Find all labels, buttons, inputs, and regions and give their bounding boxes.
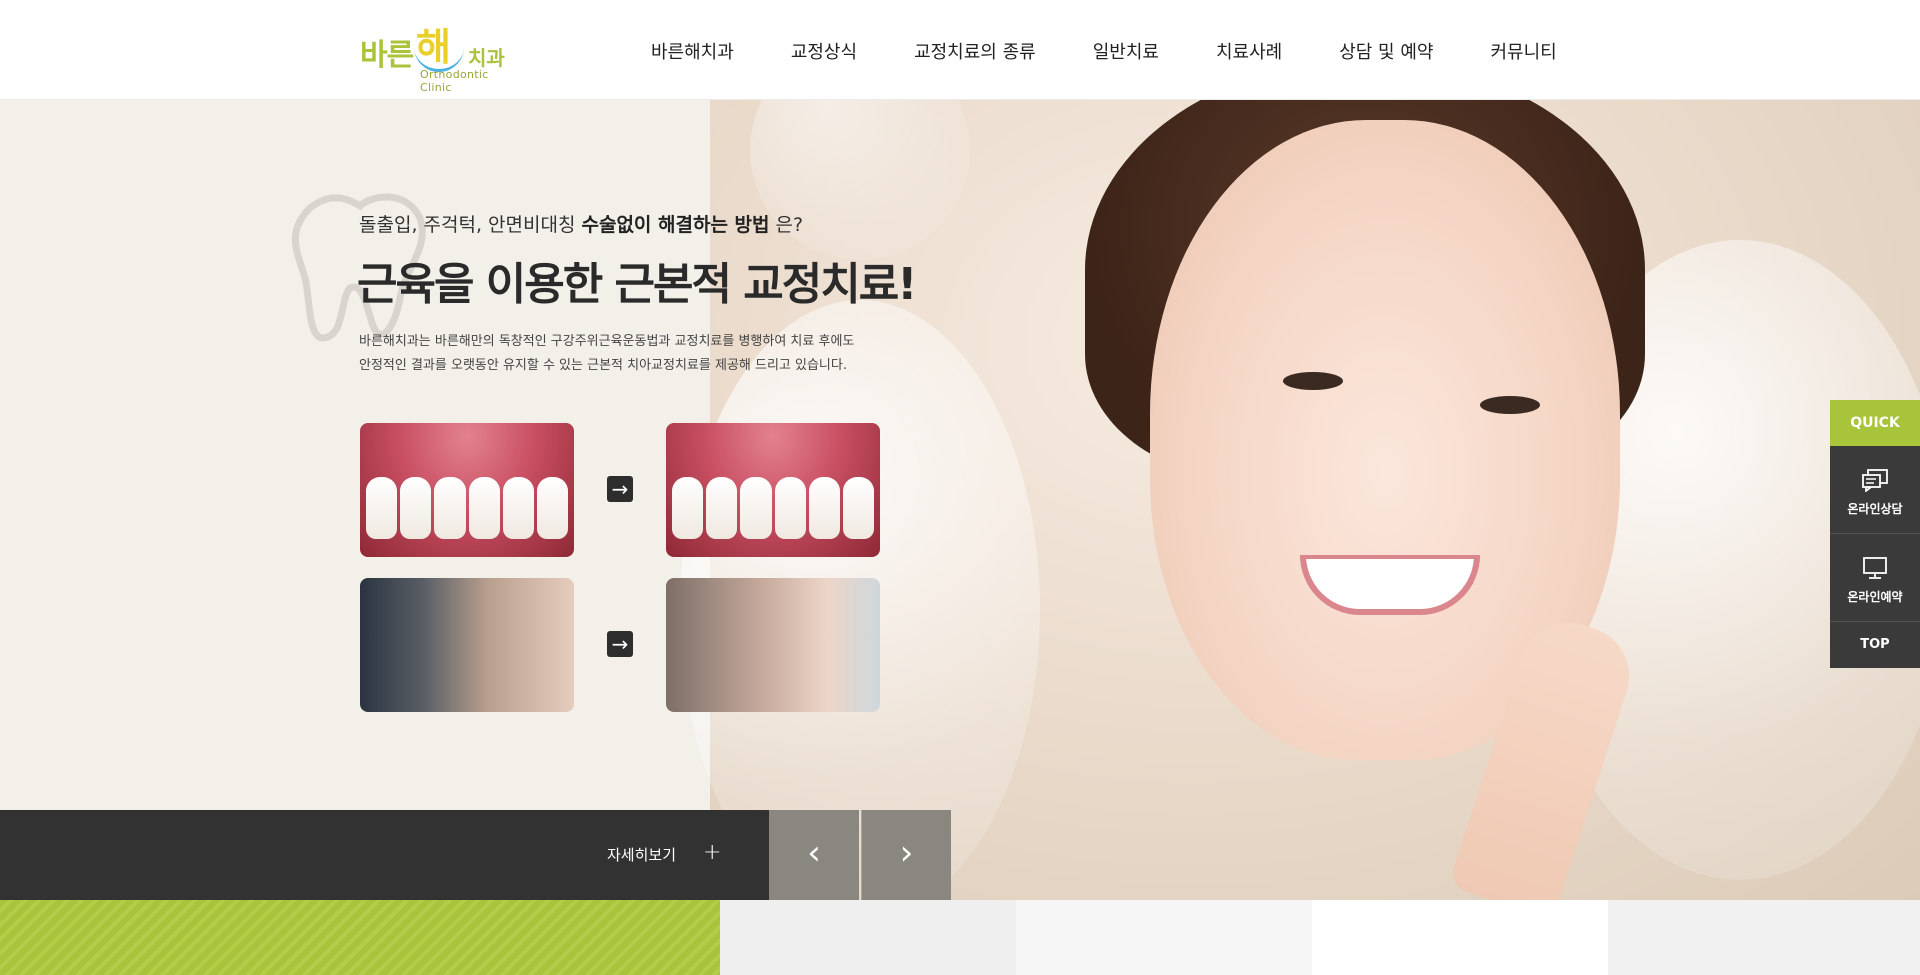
logo-text-en: Orthodontic Clinic xyxy=(420,68,489,94)
case-teeth-after xyxy=(666,423,880,557)
monitor-icon xyxy=(1863,557,1887,579)
chat-icon xyxy=(1862,469,1888,492)
arrow-right-icon: → xyxy=(607,631,633,657)
main-nav: 바른해치과 교정상식 교정치료의 종류 일반치료 치료사례 상담 및 예약 커뮤… xyxy=(651,38,1557,64)
bottom-banner-green xyxy=(0,900,720,975)
model-eye-right xyxy=(1480,396,1540,414)
online-consult-button[interactable]: 온라인상담 xyxy=(1830,446,1920,534)
scroll-top-button[interactable]: TOP xyxy=(1830,622,1920,668)
case-profile-before xyxy=(360,578,574,712)
logo-text-small: 치과 xyxy=(468,46,505,70)
more-button-label[interactable]: 자세히보기 xyxy=(607,844,676,865)
nav-item-ortho-types[interactable]: 교정치료의 종류 xyxy=(914,38,1036,64)
nav-item-ortho-basics[interactable]: 교정상식 xyxy=(791,38,857,64)
hero-title: 근육을 이용한 근본적 교정치료! xyxy=(357,259,917,310)
online-consult-label: 온라인상담 xyxy=(1847,502,1903,516)
hero-subtitle: 돌출입, 주걱턱, 안면비대칭 수술없이 해결하는 방법 은? xyxy=(359,214,804,236)
nav-item-cases[interactable]: 치료사례 xyxy=(1216,38,1282,64)
nav-item-community[interactable]: 커뮤니티 xyxy=(1490,38,1556,64)
bottom-banner-block xyxy=(720,900,1016,975)
site-header: 바른 해 치과 Orthodontic Clinic 바른해치과 교정상식 교정… xyxy=(0,0,1920,100)
bottom-banner-block xyxy=(1608,900,1920,975)
nav-item-general-care[interactable]: 일반치료 xyxy=(1093,38,1159,64)
bottom-banner-block xyxy=(1016,900,1312,975)
nav-item-consult-booking[interactable]: 상담 및 예약 xyxy=(1339,38,1433,64)
online-booking-label: 온라인예약 xyxy=(1847,590,1903,604)
detail-bar[interactable]: 자세히보기 + xyxy=(0,810,769,900)
plus-icon[interactable]: + xyxy=(703,840,721,865)
quick-menu-title: QUICK xyxy=(1830,400,1920,446)
logo-text-ko: 바른 xyxy=(360,38,414,73)
model-eye-left xyxy=(1283,372,1343,390)
slider-next-button[interactable]: › xyxy=(861,810,951,900)
online-booking-button[interactable]: 온라인예약 xyxy=(1830,534,1920,622)
clinic-logo[interactable]: 바른 해 치과 Orthodontic Clinic xyxy=(360,16,520,94)
nav-item-clinic[interactable]: 바른해치과 xyxy=(651,38,734,64)
arrow-right-icon: → xyxy=(607,476,633,502)
hero-description: 바른해치과는 바른해만의 독창적인 구강주위근육운동법과 교정치료를 병행하여 … xyxy=(359,334,855,373)
slider-prev-button[interactable]: ‹ xyxy=(769,810,859,900)
case-teeth-before xyxy=(360,423,574,557)
hero-banner: 돌출입, 주걱턱, 안면비대칭 수술없이 해결하는 방법 은? 근육을 이용한 … xyxy=(0,100,1920,900)
quick-menu: QUICK 온라인상담 온라인예약 TOP xyxy=(1830,400,1920,668)
bottom-banner-block xyxy=(1312,900,1608,975)
case-profile-after xyxy=(666,578,880,712)
